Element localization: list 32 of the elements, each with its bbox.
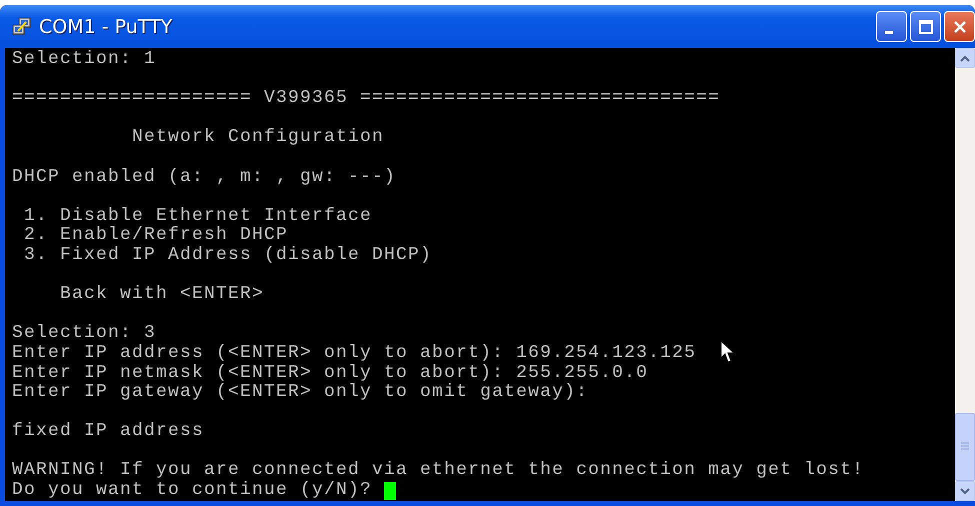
maximize-button[interactable] (910, 11, 941, 42)
terminal-line: Enter IP address (<ENTER> only to abort): 169.254.123.125 (12, 344, 696, 364)
window-title: COM1 - PuTTY (39, 16, 172, 38)
terminal-line: ==================== V399365 ============================== (12, 89, 720, 109)
scroll-thumb[interactable] (955, 413, 975, 481)
minimize-icon (884, 31, 892, 34)
terminal-line: Enter IP netmask (<ENTER> only to abort): 255.255.0.0 (12, 364, 648, 383)
computers-icon (11, 16, 33, 36)
chevron-down-icon (960, 488, 970, 494)
terminal-line: Selection: 3 (12, 324, 156, 344)
terminal-line: 2. Enable/Refresh DHCP (23, 226, 288, 246)
terminal-line: DHCP enabled (a: , m: , gw: ---) (12, 168, 396, 188)
mouse-pointer-icon (720, 340, 736, 364)
terminal-line: Back with <ENTER> (59, 285, 264, 305)
terminal-line: 1. Disable Ethernet Interface (23, 206, 372, 226)
terminal-line: Selection: 1 (12, 50, 156, 70)
terminal-line: 3. Fixed IP Address (disable DHCP) (23, 246, 432, 266)
scroll-down-button[interactable] (955, 481, 975, 501)
scroll-up-button[interactable] (955, 48, 975, 68)
terminal-line: WARNING! If you are connected via ethernet the connection may get lost! (12, 461, 864, 481)
maximize-icon (918, 20, 932, 34)
chevron-up-icon (960, 54, 970, 62)
scrollbar[interactable] (955, 48, 975, 501)
terminal-line: fixed IP address (12, 422, 204, 442)
grip-icon (961, 442, 969, 452)
terminal-line: Network Configuration (131, 128, 384, 148)
close-button[interactable] (944, 11, 975, 42)
terminal-line: Do you want to continue (y/N)? (12, 481, 374, 501)
close-icon (952, 20, 966, 34)
terminal-line: Enter IP gateway (<ENTER> only to omit gateway): (12, 383, 588, 403)
minimize-button[interactable] (876, 11, 907, 42)
text-cursor (384, 482, 396, 500)
